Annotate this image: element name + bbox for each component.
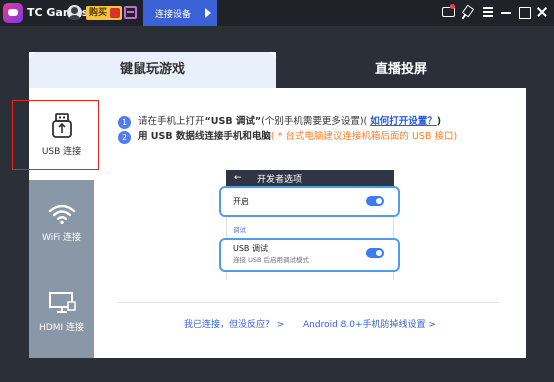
maximize-button[interactable] (517, 5, 531, 19)
enable-toggle (366, 196, 384, 206)
tab-connect-device-label: 连接设备 (155, 10, 192, 20)
step-one-prefix: 请在手机上打开 (138, 116, 205, 127)
step-two-text: 用 USB 数据线连接手机和电脑 (138, 131, 271, 142)
android-anti-disconnect-link[interactable]: Android 8.0+手机防掉线设置 > (303, 317, 436, 330)
avatar[interactable] (67, 5, 82, 20)
selection-highlight-box (12, 100, 99, 170)
connected-no-response-link[interactable]: 我已连接，但没反应？ > (184, 317, 284, 330)
phone-header-title: 开发者选项 (257, 175, 303, 185)
tab-screen-cast[interactable]: 直播投屏 (276, 52, 526, 88)
wifi-icon (48, 204, 76, 224)
menu-icon[interactable] (481, 5, 495, 19)
sidebar-item-hdmi[interactable]: HDMI 连接 (29, 272, 94, 358)
debug-section-label: 调试 (233, 226, 246, 234)
vip-icon (110, 8, 120, 18)
phone-header: ← 开发者选项 (226, 170, 394, 186)
back-arrow-icon: ← (234, 173, 242, 183)
step-one-paren-open: ( (363, 116, 368, 127)
step-two: 2 用 USB 数据线连接手机和电脑( * 台式电脑建议连接机箱后面的 USB 接… (118, 128, 457, 144)
enable-row-label: 开启 (233, 197, 249, 206)
play-arrow-icon (205, 8, 211, 18)
tab-keyboard-mouse-game[interactable]: 键鼠玩游戏 (29, 52, 276, 88)
step-two-note: ( * 台式电脑建议连接机箱后面的 USB 接口) (270, 131, 458, 142)
pin-icon[interactable] (461, 5, 475, 19)
buy-button[interactable]: 购买 (86, 6, 122, 20)
hdmi-icon (49, 292, 76, 313)
step-one: 1 请在手机上打开“USB 调试”(个别手机需要更多设置)( 如何打开设置？) (118, 113, 441, 129)
tab-connect-device[interactable]: 连接设备 (143, 0, 217, 26)
step-one-highlight: “USB 调试” (204, 116, 262, 127)
member-card-icon[interactable] (124, 6, 137, 19)
usb-debug-toggle (366, 248, 384, 258)
step-one-paren-close: ) (436, 116, 442, 127)
step-one-note: (个别手机需要更多设置) (261, 116, 364, 127)
sidebar-item-wifi[interactable]: WiFi 连接 (29, 180, 94, 272)
how-to-enable-link[interactable]: 如何打开设置？ (370, 116, 437, 127)
app-logo-icon (3, 3, 23, 23)
buy-label: 购买 (89, 8, 108, 18)
sidebar-item-wifi-label: WiFi 连接 (41, 233, 82, 243)
usb-debug-row-sub: 连接 USB 后启用调试模式 (233, 256, 309, 264)
usb-debug-row-label: USB 调试 (233, 244, 268, 253)
message-icon[interactable] (441, 4, 455, 19)
step-two-number: 2 (118, 131, 131, 144)
divider (118, 302, 499, 303)
close-button[interactable] (535, 5, 549, 19)
sidebar-item-hdmi-label: HDMI 连接 (39, 323, 84, 333)
minimize-button[interactable] (499, 5, 513, 19)
